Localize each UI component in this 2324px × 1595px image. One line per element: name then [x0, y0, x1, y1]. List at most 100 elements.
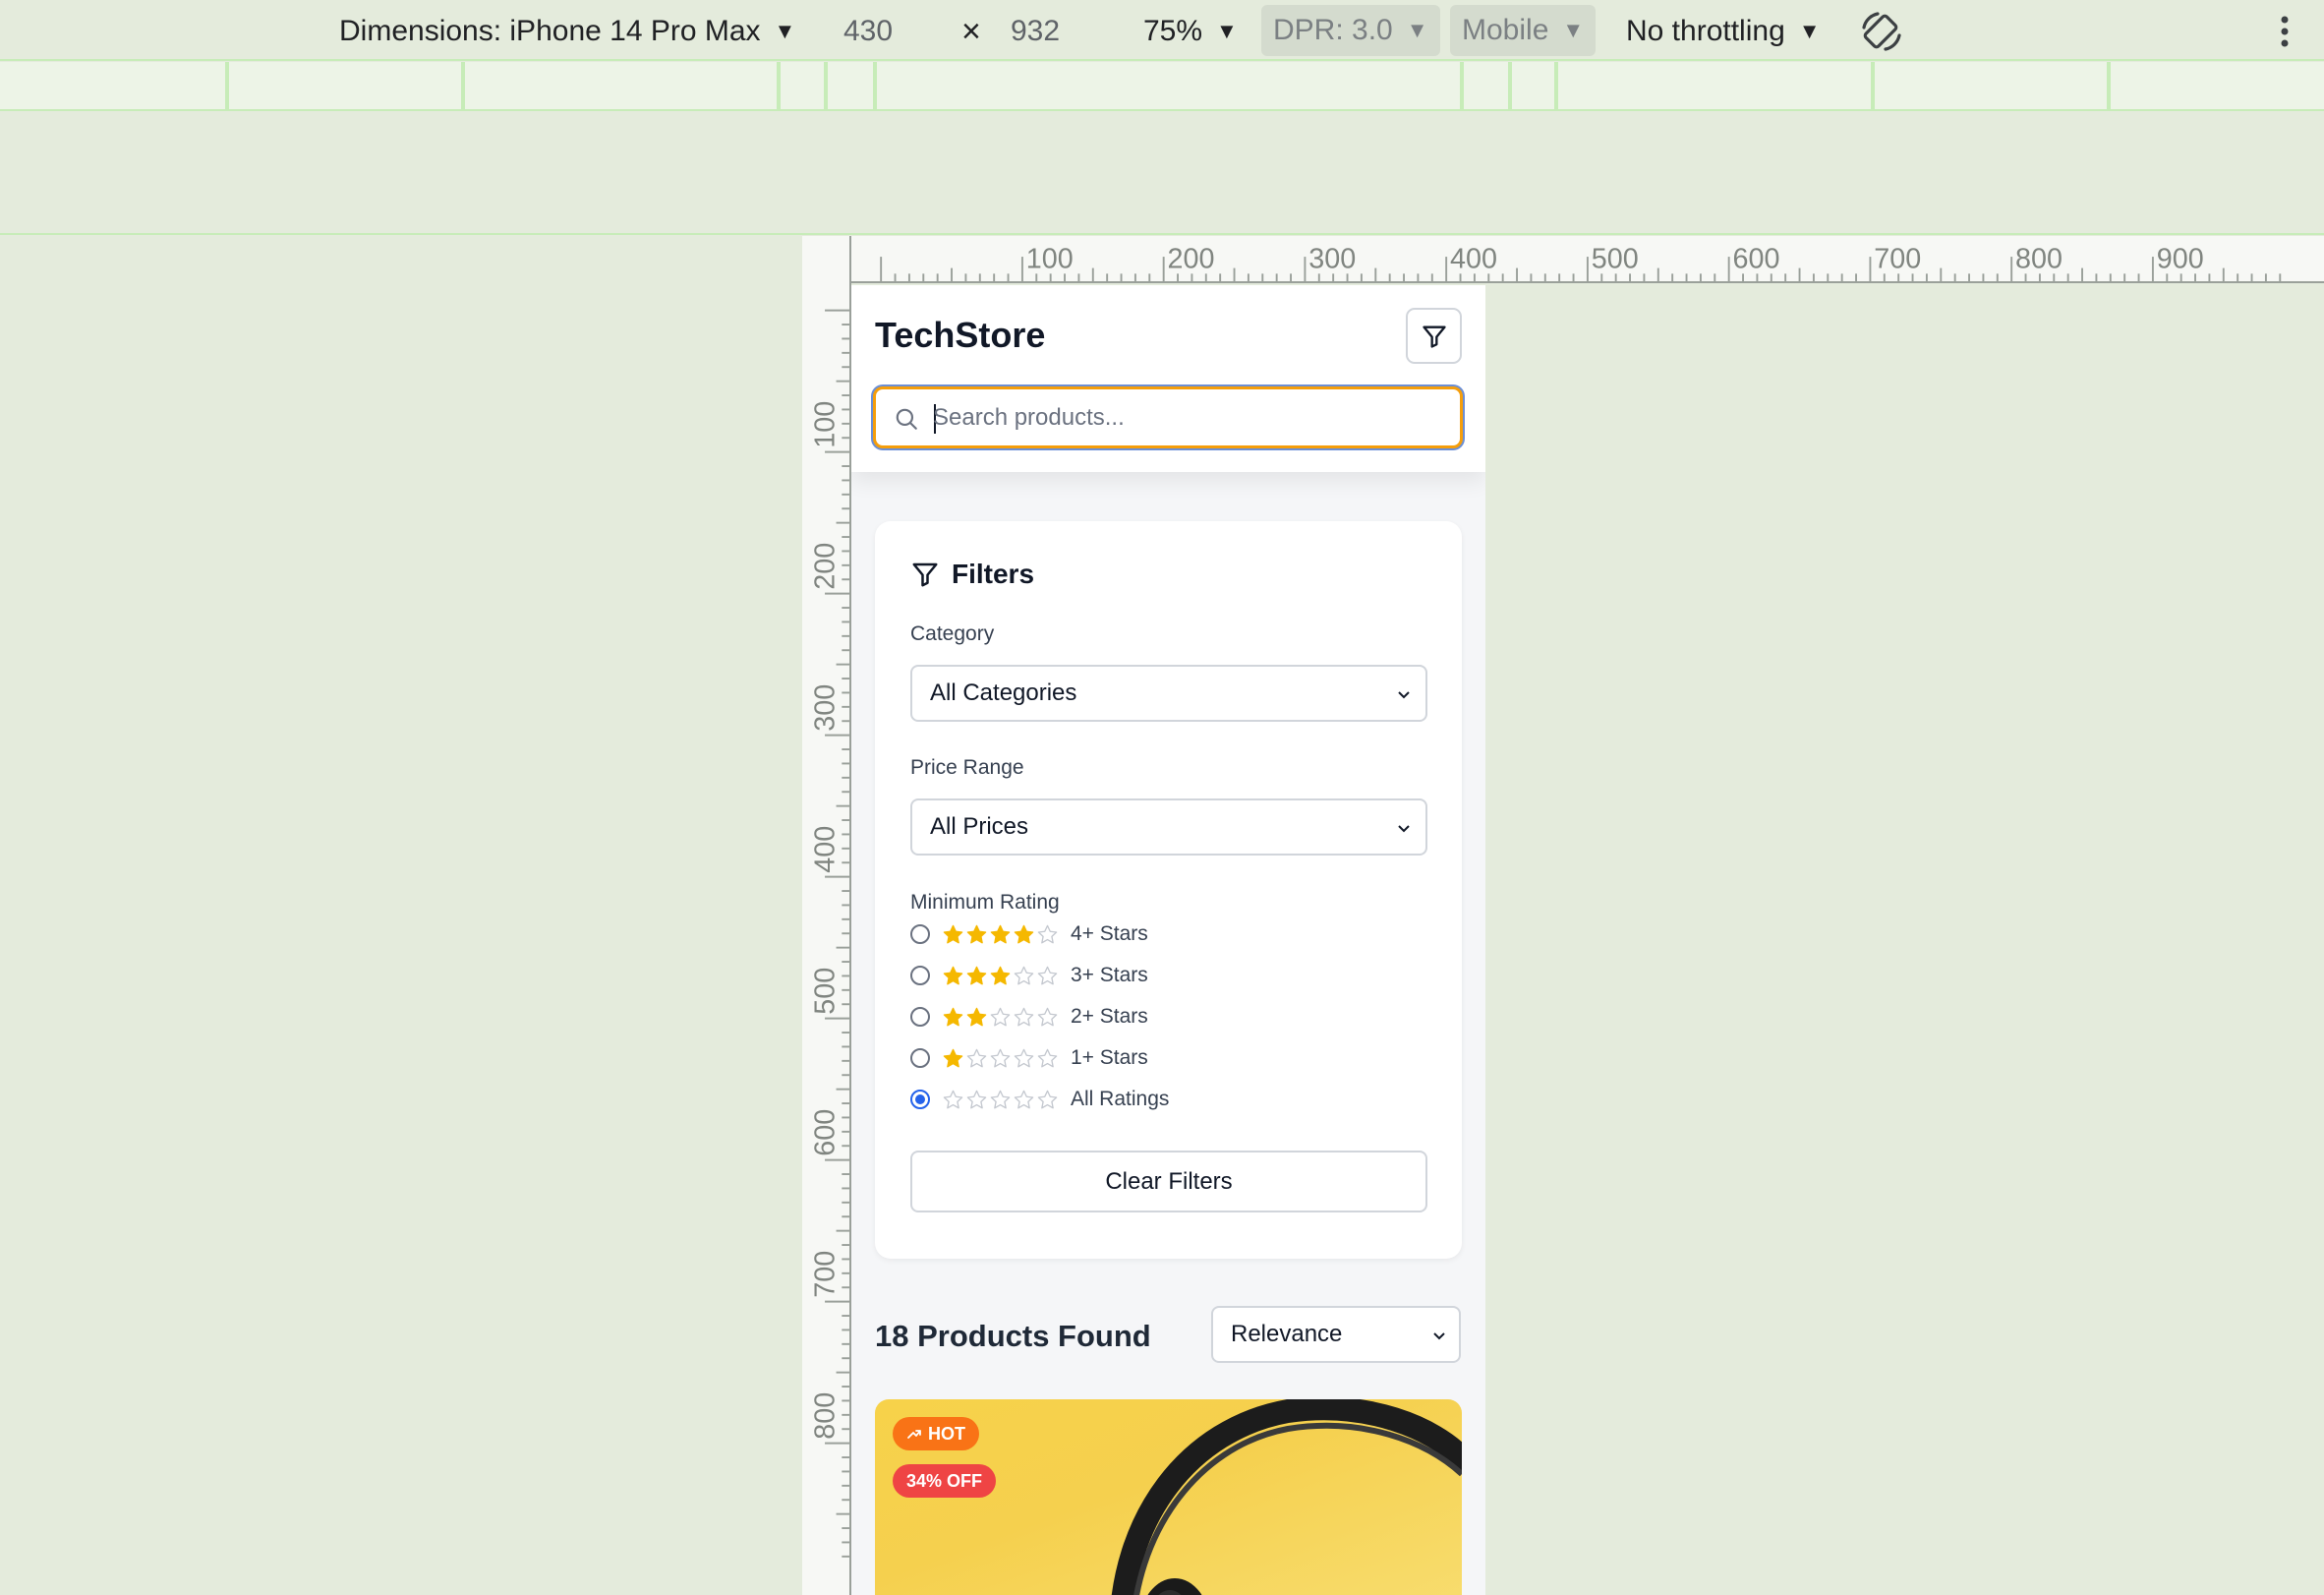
ruler-label: 100 — [810, 401, 842, 448]
media-query-marker[interactable] — [1508, 62, 1512, 111]
ruler-label: 300 — [1308, 244, 1356, 275]
media-query-marker[interactable] — [1871, 62, 1875, 111]
zoom-dropdown[interactable]: 75% ▼ — [1143, 12, 1238, 51]
star-empty-icon — [1037, 966, 1058, 984]
discount-label: 34% OFF — [906, 1470, 983, 1491]
star-empty-icon — [1037, 1048, 1058, 1067]
times-icon: × — [961, 12, 981, 51]
clear-filters-button[interactable]: Clear Filters — [910, 1151, 1427, 1212]
dimensions-dropdown[interactable]: Dimensions: iPhone 14 Pro Max ▼ — [339, 12, 795, 51]
media-query-bar — [0, 62, 2324, 111]
star-empty-icon — [1037, 1090, 1058, 1108]
media-query-marker[interactable] — [824, 62, 828, 111]
rating-stars — [942, 1089, 1059, 1111]
star-empty-icon — [1014, 1090, 1034, 1108]
rating-radio[interactable] — [910, 924, 930, 944]
times-label: × — [961, 12, 981, 50]
ruler-label: 100 — [1026, 244, 1074, 275]
ruler-label: 400 — [810, 826, 842, 873]
rating-radio[interactable] — [910, 1048, 930, 1068]
filters-heading: Filters — [910, 559, 1034, 590]
more-vert-icon[interactable] — [2271, 8, 2298, 55]
star-empty-icon — [990, 1007, 1011, 1026]
category-label: Category — [910, 622, 995, 645]
rating-option[interactable]: 1+ Stars — [910, 1043, 1148, 1073]
product-card[interactable]: HOT 34% OFF — [875, 1399, 1462, 1595]
ruler-label: 500 — [810, 968, 842, 1015]
app-header: TechStore — [851, 285, 1485, 472]
rotate-icon[interactable] — [1858, 8, 1905, 55]
media-query-marker[interactable] — [461, 62, 465, 111]
rating-stars — [942, 1006, 1059, 1029]
mode-dropdown[interactable]: Mobile ▼ — [1450, 5, 1597, 56]
ruler-label: 800 — [2015, 244, 2063, 275]
dpr-label: DPR: 3.0 — [1273, 14, 1393, 46]
zoom-label: 75% — [1143, 15, 1203, 47]
media-query-marker[interactable] — [225, 62, 229, 111]
caret-down-icon: ▼ — [1406, 18, 1428, 42]
ruler-label: 400 — [1450, 244, 1497, 275]
filter-toggle-button[interactable] — [1406, 308, 1462, 364]
horizontal-ruler: 100 200 300 400 500 600 700 800 900 — [802, 236, 2324, 283]
star-empty-icon — [990, 1090, 1011, 1108]
star-empty-icon — [966, 1090, 987, 1108]
ruler-label: 600 — [1733, 244, 1780, 275]
emulation-backdrop — [0, 113, 2324, 235]
filters-title: Filters — [952, 559, 1035, 589]
star-filled-icon — [966, 1007, 987, 1026]
minimum-rating-label: Minimum Rating — [910, 891, 1060, 914]
width-input[interactable]: 430 — [843, 12, 942, 51]
rating-option[interactable]: All Ratings — [910, 1085, 1169, 1114]
media-query-marker[interactable] — [873, 62, 877, 111]
star-filled-icon — [943, 1007, 963, 1026]
brand-logo[interactable]: TechStore — [875, 315, 1045, 356]
trending-up-icon — [907, 1430, 921, 1439]
height-input[interactable]: 932 — [1011, 12, 1109, 51]
sort-select[interactable]: Relevance — [1211, 1306, 1461, 1363]
throttling-label: No throttling — [1626, 15, 1785, 47]
chevron-down-icon — [1398, 691, 1410, 699]
rating-option[interactable]: 3+ Stars — [910, 961, 1148, 990]
star-filled-icon — [943, 966, 963, 984]
caret-down-icon: ▼ — [1216, 19, 1238, 43]
search-input[interactable] — [933, 397, 1444, 439]
star-empty-icon — [1014, 1048, 1034, 1067]
results-count: 18 Products Found — [875, 1319, 1151, 1353]
sort-value: Relevance — [1231, 1321, 1343, 1347]
dpr-dropdown[interactable]: DPR: 3.0 ▼ — [1261, 5, 1440, 56]
width-value: 430 — [843, 15, 894, 47]
star-empty-icon — [1037, 924, 1058, 943]
rating-label: 2+ Stars — [1071, 1005, 1148, 1028]
hot-label: HOT — [928, 1423, 965, 1444]
star-filled-icon — [990, 924, 1011, 943]
search-box[interactable] — [873, 386, 1463, 448]
discount-badge: 34% OFF — [893, 1464, 997, 1498]
price-range-select[interactable]: All Prices — [910, 798, 1427, 856]
ruler-label: 200 — [1168, 244, 1215, 275]
dimensions-label: Dimensions: iPhone 14 Pro Max — [339, 15, 761, 47]
ruler-label: 300 — [810, 684, 842, 732]
rating-option[interactable]: 2+ Stars — [910, 1002, 1148, 1032]
price-range-label: Price Range — [910, 756, 1024, 779]
media-query-marker[interactable] — [777, 62, 781, 111]
category-select[interactable]: All Categories — [910, 665, 1427, 722]
rating-label: All Ratings — [1071, 1088, 1170, 1110]
rating-radio[interactable] — [910, 1090, 930, 1109]
media-query-marker[interactable] — [1460, 62, 1464, 111]
rating-option[interactable]: 4+ Stars — [910, 919, 1148, 949]
ruler-label: 800 — [810, 1392, 842, 1440]
media-query-marker[interactable] — [2107, 62, 2111, 111]
star-filled-icon — [966, 924, 987, 943]
hot-badge: HOT — [893, 1417, 979, 1450]
star-empty-icon — [1014, 1007, 1034, 1026]
rating-radio[interactable] — [910, 1007, 930, 1027]
star-empty-icon — [1014, 966, 1034, 984]
chevron-down-icon — [1433, 1332, 1445, 1340]
height-value: 932 — [1011, 15, 1061, 47]
device-toolbar: Dimensions: iPhone 14 Pro Max ▼ 430 × 93… — [0, 0, 2324, 61]
ruler-label: 700 — [810, 1251, 842, 1298]
mode-label: Mobile — [1462, 14, 1549, 46]
rating-radio[interactable] — [910, 966, 930, 985]
throttling-dropdown[interactable]: No throttling ▼ — [1626, 12, 1821, 51]
media-query-marker[interactable] — [1554, 62, 1558, 111]
